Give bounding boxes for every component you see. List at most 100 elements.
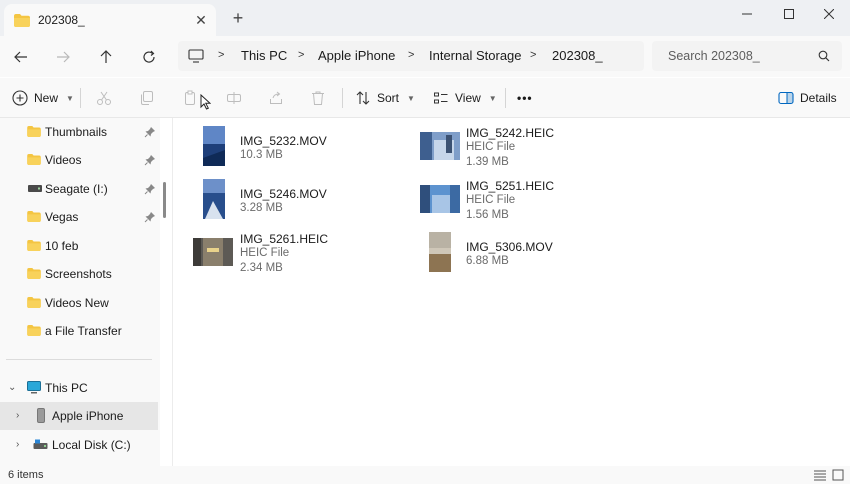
file-type: HEIC File [466,141,516,153]
breadcrumb-chevron-icon: > [408,49,415,61]
folder-icon [27,126,41,137]
file-name: IMG_5232.MOV [240,134,327,148]
sidebar-item-screenshots[interactable]: Screenshots [0,260,158,288]
breadcrumb-chevron-icon: > [298,49,305,61]
file-size: 10.3 MB [240,149,283,161]
divider [505,88,506,108]
large-icons-view-icon[interactable] [832,469,844,481]
share-icon[interactable] [268,90,284,106]
sidebar-item-label: Videos New [45,296,109,310]
sidebar-item-10-feb[interactable]: 10 feb [0,232,158,260]
sidebar-item-label: Vegas [45,210,79,224]
pin-icon[interactable] [144,183,156,195]
navigation-bar: > This PC > Apple iPhone > Internal Stor… [0,36,850,77]
sidebar-item-label: a File Transfer [45,324,122,338]
sidebar-item-local-disk[interactable]: › Local Disk (C:) [0,431,158,459]
details-button[interactable]: Details [778,86,837,110]
file-thumbnail [193,238,233,266]
breadcrumb-this-pc[interactable]: This PC [241,48,287,63]
sidebar-scrollbar[interactable] [163,182,166,218]
mouse-cursor-icon [200,94,211,110]
more-options-button[interactable]: ••• [517,86,533,110]
file-size: 2.34 MB [240,262,283,274]
folder-icon [27,297,41,308]
breadcrumb-internal-storage[interactable]: Internal Storage [429,48,522,63]
command-bar: New ▼ Sort ▼ View ▼ ••• Details [0,78,850,118]
chevron-right-icon[interactable]: › [16,411,26,421]
plus-circle-icon [12,90,28,106]
sort-button[interactable]: Sort ▼ [355,86,415,110]
file-item[interactable]: IMG_5261.HEIC HEIC File 2.34 MB [193,232,415,282]
minimize-icon[interactable] [724,0,770,28]
file-type: HEIC File [240,247,290,259]
file-name: IMG_5242.HEIC [466,126,555,140]
title-bar: 202308_ ✕ + [0,0,850,36]
search-icon [818,50,830,62]
delete-icon[interactable] [310,90,326,106]
folder-icon [27,240,41,251]
pin-icon[interactable] [144,126,156,138]
sidebar-item-a-file-transfer[interactable]: a File Transfer [0,317,158,345]
cut-icon[interactable] [96,90,112,106]
chevron-down-icon: ▼ [488,93,497,103]
file-item[interactable]: IMG_5251.HEIC HEIC File 1.56 MB [420,179,642,229]
file-item[interactable]: IMG_5242.HEIC HEIC File 1.39 MB [420,126,642,176]
breadcrumb-chevron-icon: > [218,49,225,61]
breadcrumb-current-folder[interactable]: 202308_ [552,48,603,63]
divider [342,88,343,108]
divider [80,88,81,108]
close-icon[interactable] [806,0,850,28]
rename-icon[interactable] [226,90,242,106]
breadcrumb-apple-iphone[interactable]: Apple iPhone [318,48,395,63]
search-input[interactable]: Search 202308_ [652,41,842,71]
divider [6,359,152,360]
sidebar-item-label: Videos [45,153,82,167]
sort-label: Sort [377,91,400,105]
chevron-down-icon: ▼ [66,93,74,103]
folder-icon [27,268,41,279]
sidebar-item-this-pc[interactable]: ⌄ This PC [0,374,158,402]
pin-icon[interactable] [144,154,156,166]
sort-icon [356,91,370,105]
drive-icon [28,185,42,192]
breadcrumb-chevron-icon: > [530,49,537,61]
tab-close-icon[interactable]: ✕ [192,11,210,29]
sidebar-item-apple-iphone[interactable]: › Apple iPhone [0,402,158,430]
tab-202308[interactable]: 202308_ ✕ [4,4,216,36]
file-thumbnail [420,185,460,213]
file-item[interactable]: IMG_5232.MOV 10.3 MB [193,126,415,176]
file-name: IMG_5251.HEIC [466,179,555,193]
details-pane-icon [778,91,794,105]
chevron-down-icon[interactable]: ⌄ [8,383,18,393]
back-arrow-icon[interactable] [8,44,34,70]
sidebar-item-vegas[interactable]: Vegas [0,203,158,231]
pin-icon[interactable] [144,211,156,223]
file-thumbnail [420,132,460,160]
sidebar-item-videos-new[interactable]: Videos New [0,289,158,317]
file-item[interactable]: IMG_5246.MOV 3.28 MB [193,179,415,229]
new-button[interactable]: New ▼ [12,86,74,110]
up-arrow-icon[interactable] [93,44,119,70]
view-icon [434,92,448,104]
refresh-icon[interactable] [136,44,162,70]
file-thumbnail [203,126,225,166]
chevron-right-icon[interactable]: › [16,440,26,450]
navigation-pane: Thumbnails Videos Seagate (I:) Vegas 10 … [0,118,160,466]
address-bar[interactable]: > This PC > Apple iPhone > Internal Stor… [178,41,644,71]
copy-icon[interactable] [139,90,155,106]
paste-icon[interactable] [183,90,199,106]
view-button[interactable]: View ▼ [433,86,497,110]
file-list: IMG_5232.MOV 10.3 MB IMG_5242.HEIC HEIC … [173,118,850,466]
details-view-icon[interactable] [814,469,826,481]
file-type: HEIC File [466,194,516,206]
sidebar-item-label: 10 feb [45,239,79,253]
sidebar-item-label: Screenshots [45,267,112,281]
forward-arrow-icon[interactable] [50,44,76,70]
folder-icon [14,14,30,27]
sidebar-item-videos[interactable]: Videos [0,146,158,174]
sidebar-item-thumbnails[interactable]: Thumbnails [0,118,158,146]
sidebar-item-seagate[interactable]: Seagate (I:) [0,175,158,203]
file-item[interactable]: IMG_5306.MOV 6.88 MB [420,232,642,282]
file-size: 3.28 MB [240,202,283,214]
new-tab-button[interactable]: + [228,8,248,28]
